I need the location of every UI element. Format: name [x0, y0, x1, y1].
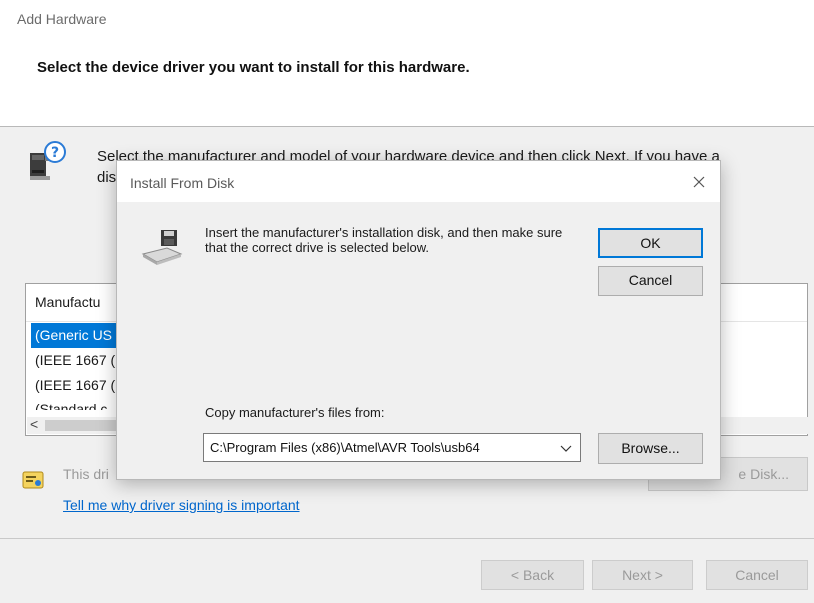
window-title: Add Hardware [17, 11, 107, 27]
ok-button[interactable]: OK [598, 228, 703, 258]
scroll-left-icon[interactable]: < [30, 416, 38, 432]
wizard-cancel-button[interactable]: Cancel [706, 560, 808, 590]
path-value[interactable]: C:\Program Files (x86)\Atmel\AVR Tools\u… [210, 440, 480, 455]
driver-signing-link[interactable]: Tell me why driver signing is important [63, 497, 300, 513]
close-icon[interactable] [683, 167, 715, 197]
next-button[interactable]: Next > [592, 560, 693, 590]
scrollbar-thumb[interactable] [45, 420, 125, 431]
svg-text:?: ? [51, 145, 59, 161]
dialog-title: Install From Disk [130, 175, 235, 191]
chevron-down-icon[interactable] [560, 443, 572, 453]
floppy-disk-icon [141, 230, 183, 265]
wizard-header: Add Hardware Select the device driver yo… [0, 0, 814, 127]
driver-signing-text: This dri [63, 466, 109, 482]
hardware-help-icon: ? [30, 141, 66, 180]
install-from-disk-dialog: Install From Disk Insert the manufacture… [116, 160, 721, 480]
back-button[interactable]: < Back [481, 560, 584, 590]
dialog-content: Insert the manufacturer's installation d… [117, 202, 720, 479]
path-combobox[interactable]: C:\Program Files (x86)\Atmel\AVR Tools\u… [203, 433, 581, 462]
list-header-label: Manufactu [35, 294, 101, 310]
dialog-cancel-button[interactable]: Cancel [598, 266, 703, 296]
driver-signing-icon [22, 471, 44, 489]
footer-divider [0, 538, 814, 539]
page-heading: Select the device driver you want to ins… [37, 59, 470, 76]
dialog-message: Insert the manufacturer's installation d… [205, 225, 563, 255]
browse-button[interactable]: Browse... [598, 433, 703, 464]
copy-files-label: Copy manufacturer's files from: [205, 405, 385, 420]
